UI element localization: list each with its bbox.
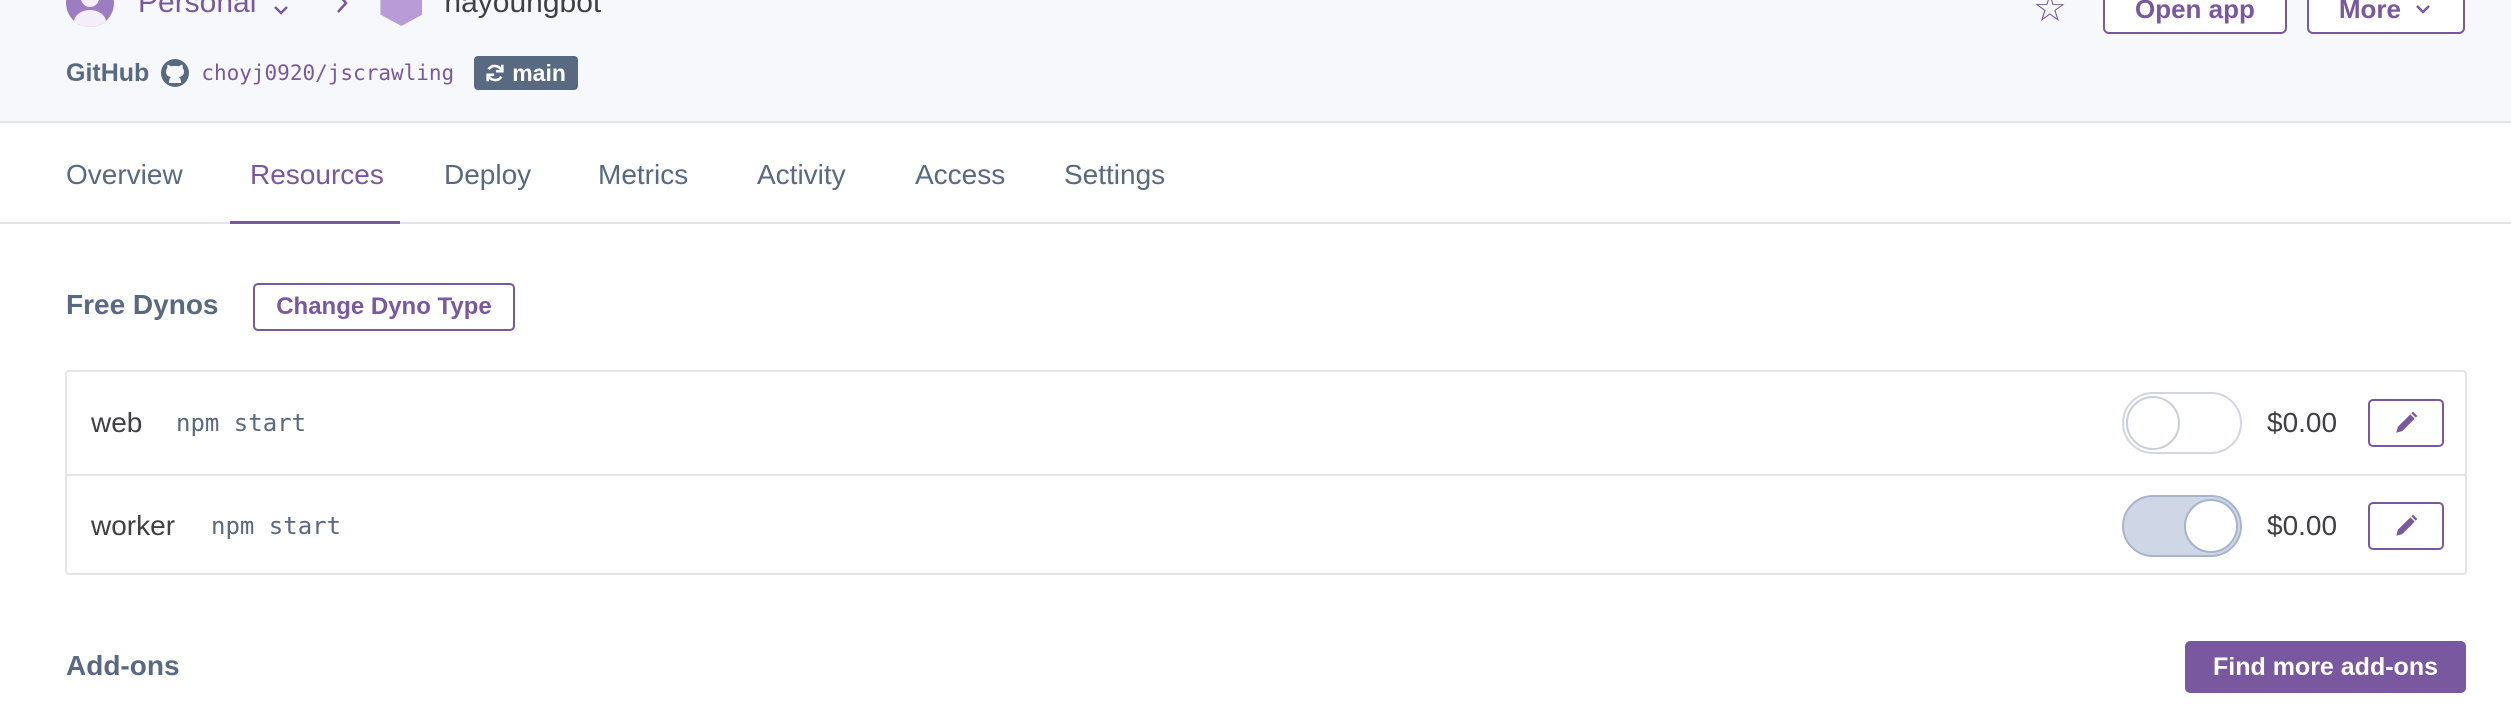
branch-name: main — [512, 59, 566, 86]
tab-resources[interactable]: Resources — [250, 125, 384, 224]
chevron-right-icon — [337, 0, 349, 13]
app-header: Personal nayoungbot ☆ Open app More GitH… — [0, 0, 2511, 123]
tab-access[interactable]: Access — [915, 125, 1005, 224]
dyno-name: worker — [91, 509, 176, 541]
tab-deploy[interactable]: Deploy — [444, 125, 531, 224]
chevron-down-icon — [2416, 5, 2430, 14]
toggle-knob — [2184, 498, 2238, 553]
addons-title: Add-ons — [66, 650, 180, 681]
dyno-name: web — [91, 406, 143, 438]
header-actions: ☆ Open app More — [2033, 0, 2465, 34]
more-button[interactable]: More — [2306, 0, 2465, 34]
dyno-price: $0.00 — [2267, 406, 2338, 438]
open-app-label: Open app — [2134, 0, 2255, 24]
user-avatar-icon — [66, 0, 114, 27]
github-connection: GitHub choyj0920/jscrawling main — [66, 54, 578, 92]
dyno-command: npm start — [176, 408, 307, 437]
tab-settings[interactable]: Settings — [1064, 125, 1165, 224]
account-switcher[interactable]: Personal — [138, 0, 256, 20]
pencil-icon — [2396, 514, 2418, 536]
dynos-title: Free Dynos — [66, 289, 219, 320]
star-icon[interactable]: ☆ — [2033, 0, 2067, 28]
edit-dyno-web-button[interactable] — [2368, 398, 2444, 447]
dyno-list: web npm start $0.00 worker npm start $0.… — [65, 370, 2467, 575]
change-dyno-type-button[interactable]: Change Dyno Type — [253, 283, 515, 331]
pencil-icon — [2396, 411, 2418, 433]
app-name[interactable]: nayoungbot — [444, 0, 601, 20]
app-tabs: Overview Resources Deploy Metrics Activi… — [0, 125, 2511, 224]
branch-badge: main — [474, 56, 578, 90]
edit-dyno-worker-button[interactable] — [2368, 501, 2444, 550]
toggle-knob — [2126, 395, 2180, 450]
find-more-addons-label: Find more add-ons — [2213, 652, 2438, 681]
tab-activity[interactable]: Activity — [757, 125, 846, 224]
dyno-command: npm start — [211, 511, 342, 540]
sync-icon — [486, 64, 504, 82]
open-app-button[interactable]: Open app — [2102, 0, 2287, 34]
find-more-addons-button[interactable]: Find more add-ons — [2185, 641, 2466, 693]
chevron-updown-icon[interactable] — [270, 0, 292, 18]
app-hexagon-icon — [380, 0, 423, 26]
dyno-toggle-web[interactable] — [2122, 391, 2242, 454]
active-tab-indicator — [230, 221, 400, 224]
dyno-price: $0.00 — [2267, 509, 2338, 541]
dyno-row-web: web npm start $0.00 — [67, 372, 2465, 473]
change-dyno-type-label: Change Dyno Type — [276, 293, 492, 320]
tab-metrics[interactable]: Metrics — [598, 125, 688, 224]
tab-overview[interactable]: Overview — [66, 125, 183, 224]
breadcrumb: Personal nayoungbot — [66, 0, 601, 28]
dyno-row-worker: worker npm start $0.00 — [67, 474, 2465, 575]
more-label: More — [2338, 0, 2401, 24]
github-icon — [161, 59, 190, 87]
repo-link[interactable]: choyj0920/jscrawling — [201, 61, 454, 85]
github-label: GitHub — [66, 58, 150, 87]
dyno-toggle-worker[interactable] — [2122, 494, 2242, 557]
